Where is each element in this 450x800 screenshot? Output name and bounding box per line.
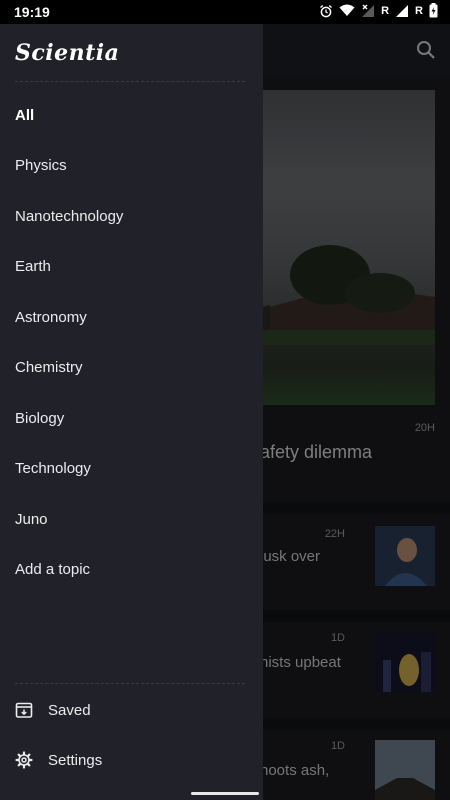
- topic-technology[interactable]: Technology: [0, 443, 263, 493]
- drawer-divider: [15, 683, 245, 684]
- status-time: 19:19: [14, 4, 50, 20]
- battery-icon: [429, 3, 438, 18]
- roaming-indicator-2: R: [415, 4, 423, 17]
- topic-physics[interactable]: Physics: [0, 140, 263, 190]
- saved-icon: [15, 701, 33, 719]
- settings-label: Settings: [48, 751, 103, 769]
- topic-biology[interactable]: Biology: [0, 393, 263, 443]
- add-topic-button[interactable]: Add a topic: [0, 544, 263, 594]
- gear-icon: [15, 751, 33, 769]
- drawer-divider: [15, 81, 245, 82]
- status-bar: 19:19 R R: [0, 0, 450, 24]
- topic-earth[interactable]: Earth: [0, 241, 263, 291]
- topic-astronomy[interactable]: Astronomy: [0, 292, 263, 342]
- signal-icon: [395, 4, 409, 18]
- alarm-icon: [319, 4, 333, 18]
- topic-juno[interactable]: Juno: [0, 494, 263, 544]
- settings-button[interactable]: Settings: [0, 735, 263, 785]
- gesture-nav-handle[interactable]: [191, 792, 259, 795]
- saved-label: Saved: [48, 701, 91, 719]
- roaming-indicator-1: R: [381, 4, 390, 17]
- topic-chemistry[interactable]: Chemistry: [0, 342, 263, 392]
- app-logo: Scientia: [15, 40, 120, 66]
- status-icons: R R: [319, 3, 438, 18]
- wifi-icon: [339, 4, 355, 17]
- topic-nanotechnology[interactable]: Nanotechnology: [0, 191, 263, 241]
- navigation-drawer: Scientia All Physics Nanotechnology Eart…: [0, 24, 263, 800]
- topic-all[interactable]: All: [0, 90, 263, 140]
- saved-button[interactable]: Saved: [0, 685, 263, 735]
- signal-x-icon: [361, 4, 375, 18]
